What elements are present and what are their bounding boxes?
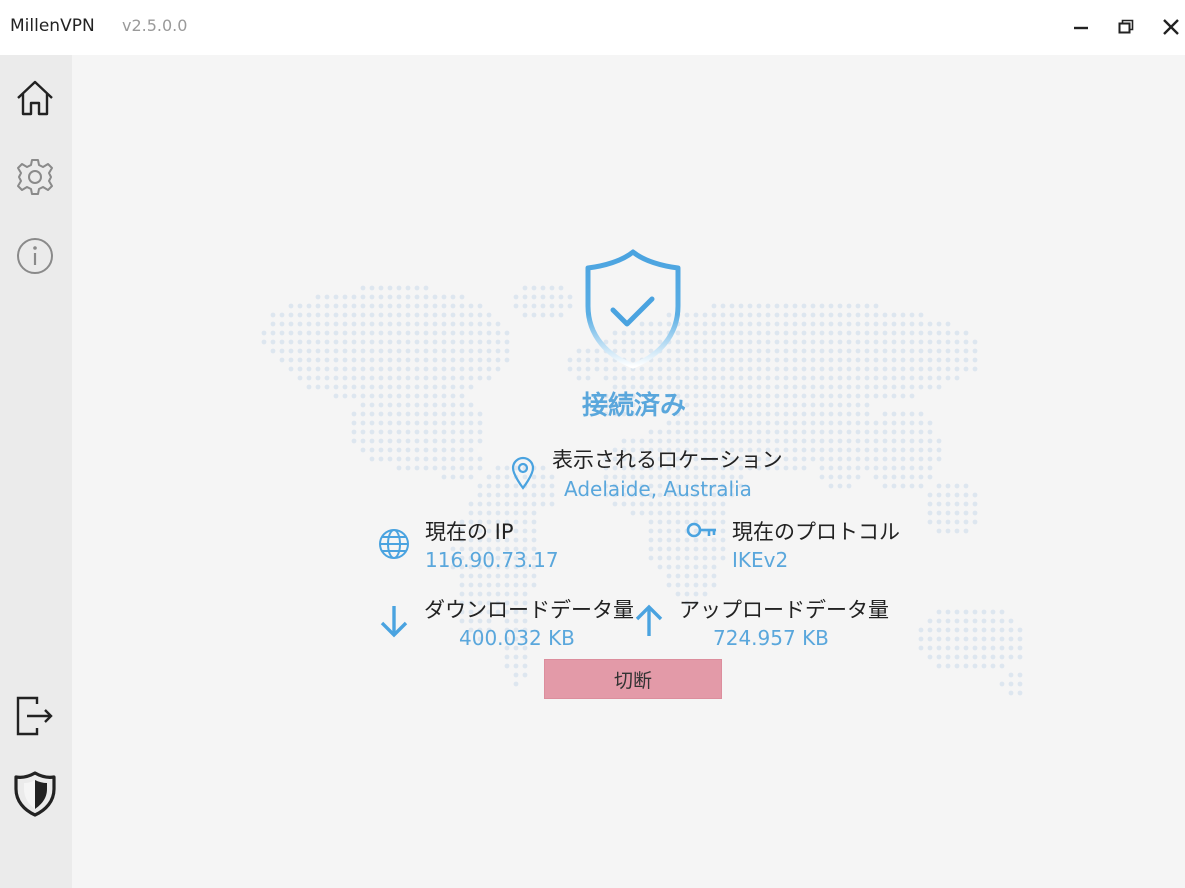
app-version: v2.5.0.0 xyxy=(122,16,188,35)
main-panel: 接続済み 表示されるロケーション Adelaide, Australia 現在の… xyxy=(72,55,1185,888)
upload-label: アップロードデータ量 xyxy=(679,598,889,622)
download-value: 400.032 KB xyxy=(459,626,575,650)
app-name: MillenVPN xyxy=(10,16,95,36)
sidebar-item-home[interactable] xyxy=(14,77,56,119)
arrow-down-icon xyxy=(380,606,408,638)
millenvpn-logo-icon xyxy=(14,771,56,817)
protocol-label: 現在のプロトコル xyxy=(732,520,900,544)
minimize-button[interactable] xyxy=(1066,12,1096,42)
protocol-value: IKEv2 xyxy=(732,548,789,572)
ip-value: 116.90.73.17 xyxy=(425,548,559,572)
logout-icon xyxy=(16,696,53,736)
download-label: ダウンロードデータ量 xyxy=(424,598,634,622)
sidebar-item-brand xyxy=(14,771,56,817)
location-label: 表示されるロケーション xyxy=(552,448,783,472)
minimize-icon xyxy=(1074,26,1088,30)
arrow-up-icon xyxy=(635,604,663,636)
connection-status: 接続済み xyxy=(581,391,686,421)
close-button[interactable] xyxy=(1156,12,1185,42)
key-icon xyxy=(686,522,716,538)
info-icon xyxy=(17,238,53,274)
location-value: Adelaide, Australia xyxy=(564,477,752,501)
gear-icon xyxy=(17,159,53,195)
restore-button[interactable] xyxy=(1111,12,1141,42)
sidebar-item-settings[interactable] xyxy=(14,156,56,198)
globe-icon xyxy=(379,529,409,559)
shield-check-icon xyxy=(585,249,681,369)
home-icon xyxy=(17,80,53,116)
location-pin-icon xyxy=(511,456,535,490)
sidebar-item-info[interactable] xyxy=(14,235,56,277)
close-icon xyxy=(1163,19,1179,35)
disconnect-button[interactable]: 切断 xyxy=(544,659,722,699)
ip-label: 現在の IP xyxy=(425,520,514,544)
restore-icon xyxy=(1118,19,1134,34)
upload-value: 724.957 KB xyxy=(713,626,829,650)
sidebar xyxy=(0,55,72,888)
title-bar: MillenVPN v2.5.0.0 xyxy=(0,0,1185,55)
sidebar-item-logout[interactable] xyxy=(14,695,56,737)
